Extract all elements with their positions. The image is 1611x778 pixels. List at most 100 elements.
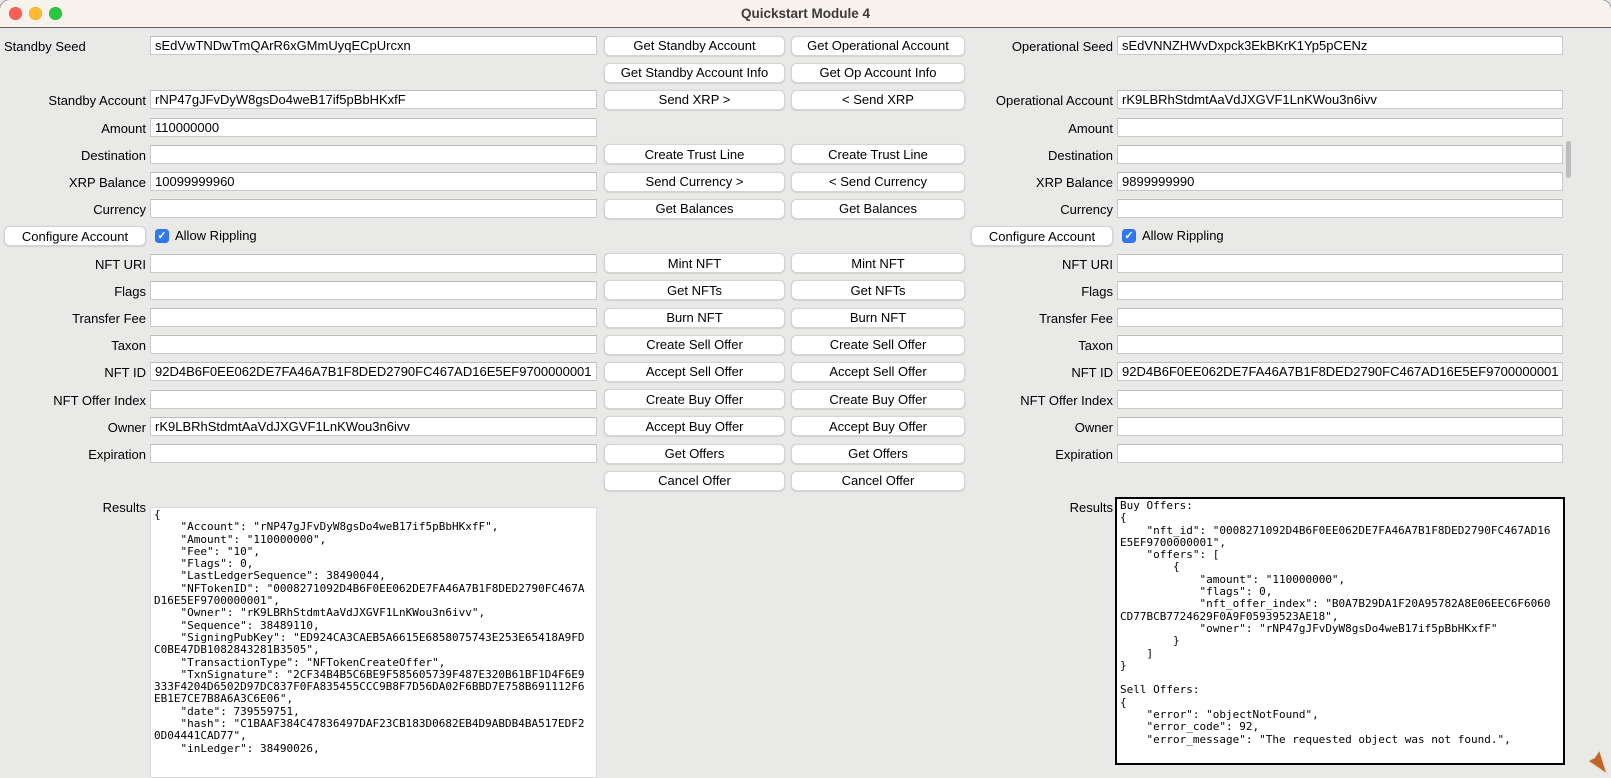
standby-currency-label: Currency — [4, 200, 146, 219]
standby-create-sell-offer-button[interactable]: Create Sell Offer — [604, 335, 785, 355]
operational-burn-nft-button[interactable]: Burn NFT — [791, 308, 965, 328]
operational-get-nfts-button[interactable]: Get NFTs — [791, 280, 965, 300]
operational-flags-label: Flags — [966, 282, 1113, 301]
operational-currency-label: Currency — [966, 200, 1113, 219]
operational-destination-field[interactable] — [1117, 145, 1563, 164]
operational-xrp-balance-label: XRP Balance — [966, 173, 1113, 192]
operational-get-offers-button[interactable]: Get Offers — [791, 444, 965, 464]
standby-expiration-label: Expiration — [4, 445, 146, 464]
standby-configure-account-button[interactable]: Configure Account — [4, 226, 146, 246]
operational-get-balances-button[interactable]: Get Balances — [791, 199, 965, 219]
standby-amount-label: Amount — [4, 119, 146, 138]
operational-owner-field[interactable] — [1117, 417, 1563, 436]
standby-get-nfts-button[interactable]: Get NFTs — [604, 280, 785, 300]
operational-owner-label: Owner — [966, 418, 1113, 437]
operational-results-label: Results — [966, 498, 1113, 517]
operational-destination-label: Destination — [966, 146, 1113, 165]
operational-mint-nft-button[interactable]: Mint NFT — [791, 253, 965, 273]
operational-operational-account-label: Operational Account — [966, 91, 1113, 110]
operational-operational-account-field[interactable] — [1117, 90, 1563, 109]
standby-nft-uri-label: NFT URI — [4, 255, 146, 274]
standby-send-xrp-button[interactable]: Send XRP > — [604, 90, 785, 110]
operational-allow-rippling-label: Allow Rippling — [1142, 226, 1224, 245]
standby-accept-buy-offer-button[interactable]: Accept Buy Offer — [604, 416, 785, 436]
scrollbar-thumb[interactable] — [1566, 141, 1571, 178]
operational-nft-offer-index-label: NFT Offer Index — [966, 391, 1113, 410]
resize-arrow-cursor — [1586, 748, 1611, 778]
operational-nft-uri-field[interactable] — [1117, 254, 1563, 273]
standby-get-standby-account-info-button[interactable]: Get Standby Account Info — [604, 63, 785, 83]
operational-nft-offer-index-field[interactable] — [1117, 390, 1563, 409]
standby-allow-rippling-checkbox[interactable]: ✓ — [155, 229, 169, 243]
standby-send-currency-button[interactable]: Send Currency > — [604, 172, 785, 192]
operational-expiration-label: Expiration — [966, 445, 1113, 464]
operational-create-buy-offer-button[interactable]: Create Buy Offer — [791, 389, 965, 409]
standby-create-buy-offer-button[interactable]: Create Buy Offer — [604, 389, 785, 409]
standby-taxon-label: Taxon — [4, 336, 146, 355]
standby-standby-account-field[interactable] — [150, 90, 597, 109]
standby-nft-id-field[interactable] — [150, 362, 597, 381]
operational-operational-seed-field[interactable] — [1117, 36, 1563, 55]
operational-cancel-offer-button[interactable]: Cancel Offer — [791, 471, 965, 491]
standby-xrp-balance-label: XRP Balance — [4, 173, 146, 192]
standby-mint-nft-button[interactable]: Mint NFT — [604, 253, 785, 273]
operational-get-op-account-info-button[interactable]: Get Op Account Info — [791, 63, 965, 83]
operational-transfer-fee-field[interactable] — [1117, 308, 1563, 327]
operational-amount-field[interactable] — [1117, 118, 1563, 137]
standby-accept-sell-offer-button[interactable]: Accept Sell Offer — [604, 362, 785, 382]
operational-allow-rippling-checkbox[interactable]: ✓ — [1122, 229, 1136, 243]
standby-burn-nft-button[interactable]: Burn NFT — [604, 308, 785, 328]
standby-taxon-field[interactable] — [150, 335, 597, 354]
standby-results-label: Results — [4, 498, 146, 517]
standby-get-offers-button[interactable]: Get Offers — [604, 444, 785, 464]
app-window: Quickstart Module 4 Configure Account ✓ … — [0, 0, 1611, 778]
operational-configure-account-button[interactable]: Configure Account — [971, 226, 1113, 246]
operational-nft-id-label: NFT ID — [966, 363, 1113, 382]
standby-xrp-balance-field[interactable] — [150, 172, 597, 191]
operational-accept-sell-offer-button[interactable]: Accept Sell Offer — [791, 362, 965, 382]
standby-transfer-fee-field[interactable] — [150, 308, 597, 327]
standby-transfer-fee-label: Transfer Fee — [4, 309, 146, 328]
operational-taxon-field[interactable] — [1117, 335, 1563, 354]
operational-create-trust-line-button[interactable]: Create Trust Line — [791, 144, 965, 164]
titlebar: Quickstart Module 4 — [0, 0, 1611, 28]
operational-nft-uri-label: NFT URI — [966, 255, 1113, 274]
operational-currency-field[interactable] — [1117, 199, 1563, 218]
standby-flags-field[interactable] — [150, 281, 597, 300]
standby-create-trust-line-button[interactable]: Create Trust Line — [604, 144, 785, 164]
standby-results-textarea[interactable]: { "Account": "rNP47gJFvDyW8gsDo4weB17if5… — [150, 507, 597, 778]
standby-standby-seed-field[interactable] — [150, 36, 597, 55]
standby-get-standby-account-button[interactable]: Get Standby Account — [604, 36, 785, 56]
operational-get-operational-account-button[interactable]: Get Operational Account — [791, 36, 965, 56]
standby-amount-field[interactable] — [150, 118, 597, 137]
standby-nft-uri-field[interactable] — [150, 254, 597, 273]
operational-expiration-field[interactable] — [1117, 444, 1563, 463]
standby-flags-label: Flags — [4, 282, 146, 301]
standby-standby-seed-label: Standby Seed — [4, 37, 146, 56]
standby-currency-field[interactable] — [150, 199, 597, 218]
standby-allow-rippling-label: Allow Rippling — [175, 226, 257, 245]
standby-destination-label: Destination — [4, 146, 146, 165]
standby-nft-id-label: NFT ID — [4, 363, 146, 382]
standby-standby-account-label: Standby Account — [4, 91, 146, 110]
operational-transfer-fee-label: Transfer Fee — [966, 309, 1113, 328]
standby-get-balances-button[interactable]: Get Balances — [604, 199, 785, 219]
operational-nft-id-field[interactable] — [1117, 362, 1563, 381]
operational-send-xrp-button[interactable]: < Send XRP — [791, 90, 965, 110]
operational-xrp-balance-field[interactable] — [1117, 172, 1563, 191]
operational-send-currency-button[interactable]: < Send Currency — [791, 172, 965, 192]
standby-expiration-field[interactable] — [150, 444, 597, 463]
standby-nft-offer-index-field[interactable] — [150, 390, 597, 409]
operational-results-textarea[interactable]: Buy Offers: { "nft_id": "0008271092D4B6F… — [1115, 497, 1565, 765]
standby-owner-field[interactable] — [150, 417, 597, 436]
operational-create-sell-offer-button[interactable]: Create Sell Offer — [791, 335, 965, 355]
window-title: Quickstart Module 4 — [0, 0, 1611, 27]
operational-flags-field[interactable] — [1117, 281, 1563, 300]
operational-amount-label: Amount — [966, 119, 1113, 138]
standby-nft-offer-index-label: NFT Offer Index — [4, 391, 146, 410]
operational-operational-seed-label: Operational Seed — [966, 37, 1113, 56]
standby-cancel-offer-button[interactable]: Cancel Offer — [604, 471, 785, 491]
standby-destination-field[interactable] — [150, 145, 597, 164]
operational-taxon-label: Taxon — [966, 336, 1113, 355]
operational-accept-buy-offer-button[interactable]: Accept Buy Offer — [791, 416, 965, 436]
